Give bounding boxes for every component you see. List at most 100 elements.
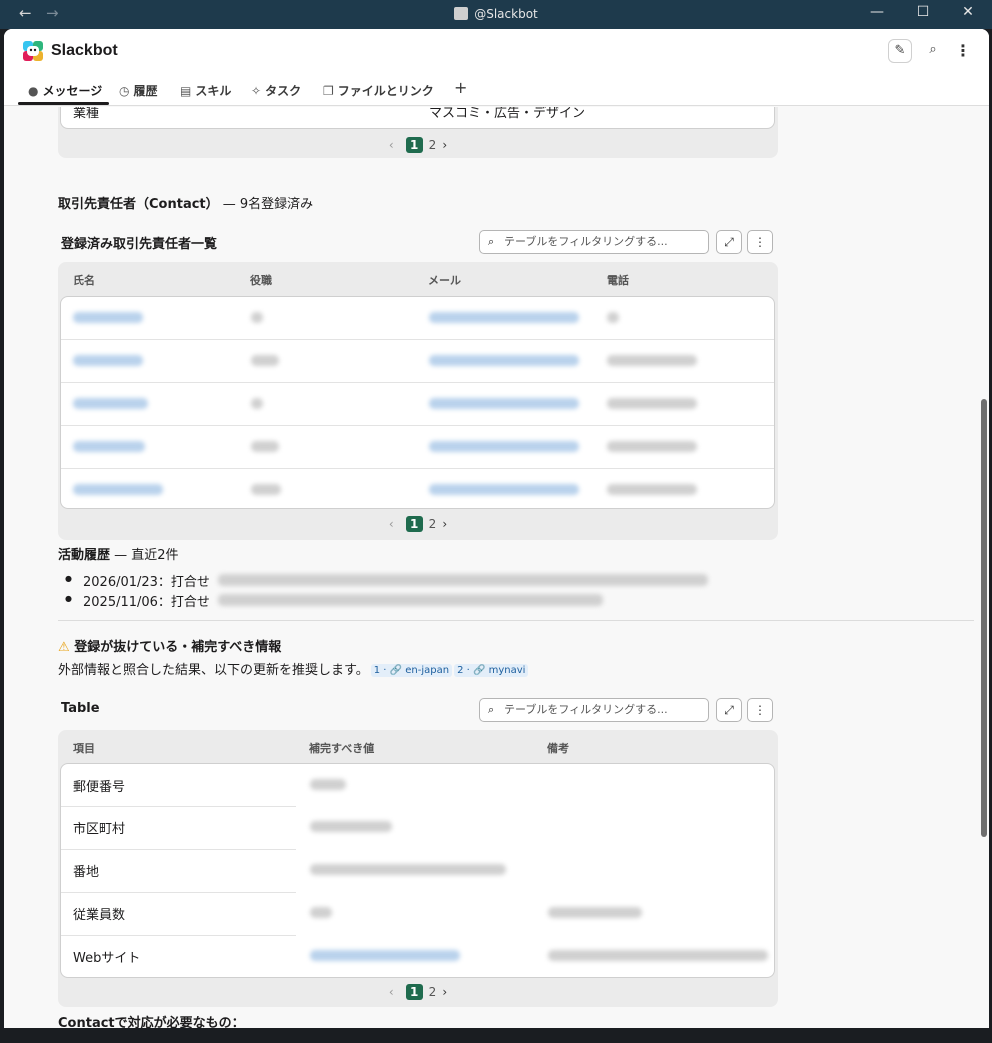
contact-name-redacted[interactable] (73, 484, 163, 495)
section-divider (58, 620, 974, 621)
contact-title-redacted (251, 398, 263, 409)
close-window-button[interactable]: ✕ (953, 4, 983, 24)
industry-label: 業種 (73, 107, 100, 121)
value-redacted (310, 821, 392, 832)
page-current[interactable]: 1 (405, 137, 423, 153)
message-icon: ● (28, 84, 39, 98)
slackbot-logo-icon (22, 40, 44, 62)
supplement-table-menu-button[interactable]: ⋮ (747, 698, 773, 722)
contact-table-menu-button[interactable]: ⋮ (747, 230, 773, 254)
next-page-icon[interactable]: › (442, 138, 447, 152)
contact-filter-input[interactable]: ⌕ テーブルをフィルタリングする... (479, 230, 709, 254)
supplement-table-body: 郵便番号 市区町村 番地 従業員数 Webサイト (60, 763, 775, 978)
prev-page-icon[interactable]: ‹ (389, 985, 394, 999)
tab-messages-label: メッセージ (42, 84, 103, 98)
row-separator (61, 806, 296, 807)
value-redacted (310, 907, 332, 918)
kebab-icon: ⋮ (754, 703, 766, 717)
row-separator (61, 935, 296, 936)
row-separator (61, 849, 296, 850)
contact-email-redacted[interactable] (429, 312, 579, 323)
contact-phone-redacted (607, 484, 697, 495)
contact-email-redacted[interactable] (429, 398, 579, 409)
row-website: Webサイト (73, 951, 141, 966)
citation-en-japan[interactable]: 1 · 🔗 en-japan (370, 664, 453, 677)
company-info-table-body: 業種 マスコミ・広告・デザイン (60, 107, 775, 129)
contact-todo-heading: Contactで対応が必要なもの： (58, 1016, 245, 1028)
contact-filter-placeholder: テーブルをフィルタリングする... (504, 235, 668, 248)
contact-table-body (60, 296, 775, 509)
files-icon: ❐ (323, 84, 334, 98)
compose-button[interactable]: ✎ (888, 39, 912, 63)
window-titlebar: ← → @Slackbot — ☐ ✕ (0, 0, 992, 29)
minimize-button[interactable]: — (862, 4, 892, 24)
contact-email-redacted[interactable] (429, 441, 579, 452)
maximize-button[interactable]: ☐ (908, 4, 938, 24)
channel-header: Slackbot ✎ ⌕ ⋮ ● メッセージ ◷ 履歴 ▤ スキル ✧ タスク ❐ ファイ… (4, 29, 989, 106)
prev-page-icon[interactable]: ‹ (389, 517, 394, 531)
row-separator (61, 339, 774, 340)
page-next[interactable]: 2 (429, 517, 437, 531)
tab-files-links[interactable]: ❐ ファイルとリンク (323, 82, 434, 99)
contact-name-redacted[interactable] (73, 312, 143, 323)
col-note: 備考 (547, 742, 569, 755)
contact-name-redacted[interactable] (73, 398, 148, 409)
col-item: 項目 (73, 742, 95, 755)
tab-messages[interactable]: ● メッセージ (28, 82, 102, 99)
col-value: 補完すべき値 (309, 742, 375, 755)
tab-tasks-label: タスク (265, 84, 302, 98)
row-city: 市区町村 (73, 822, 126, 837)
missing-info-heading: ⚠ 登録が抜けている・補完すべき情報 (58, 636, 281, 655)
content-scrollbar[interactable] (981, 399, 987, 837)
industry-value: マスコミ・広告・デザイン (429, 107, 586, 121)
app-name: Slackbot (51, 42, 118, 59)
more-options-button[interactable]: ⋮ (955, 41, 971, 60)
website-link-redacted[interactable] (310, 950, 460, 961)
message-content[interactable]: 業種 マスコミ・広告・デザイン ‹ 1 2 › 取引先責任者（Contact） — 9… (4, 107, 989, 1028)
kebab-icon: ⋮ (754, 235, 766, 249)
activity-heading-bold: 活動履歴 (58, 548, 111, 563)
skill-icon: ▤ (180, 84, 192, 98)
contact-email-redacted[interactable] (429, 484, 579, 495)
prev-page-icon[interactable]: ‹ (389, 138, 394, 152)
contact-expand-button[interactable]: ⤢ (716, 230, 742, 254)
page-current[interactable]: 1 (405, 516, 423, 532)
company-info-table: 業種 マスコミ・広告・デザイン ‹ 1 2 › (58, 107, 778, 158)
citation-mynavi[interactable]: 2 · 🔗 mynavi (454, 664, 529, 677)
tab-history-label: 履歴 (133, 84, 158, 98)
row-address: 番地 (73, 865, 100, 880)
supplement-expand-button[interactable]: ⤢ (716, 698, 742, 722)
tab-history[interactable]: ◷ 履歴 (119, 82, 158, 99)
contact-phone-redacted (607, 355, 697, 366)
page-next[interactable]: 2 (429, 985, 437, 999)
row-separator (61, 468, 774, 469)
filter-search-icon: ⌕ (488, 703, 495, 716)
window-title-text: @Slackbot (474, 7, 538, 21)
slackbot-small-icon (454, 7, 469, 20)
value-redacted (310, 779, 346, 790)
activity-item: 2026/01/23：打合せ (65, 571, 210, 590)
page-next[interactable]: 2 (429, 138, 437, 152)
compose-icon: ✎ (894, 43, 906, 58)
contact-name-redacted[interactable] (73, 441, 145, 452)
contact-title-redacted (251, 484, 281, 495)
next-page-icon[interactable]: › (442, 985, 447, 999)
filter-search-icon: ⌕ (488, 235, 495, 248)
note-redacted (548, 907, 642, 918)
contact-phone-redacted (607, 312, 619, 323)
row-separator (61, 425, 774, 426)
search-button[interactable]: ⌕ (921, 39, 945, 63)
activity-heading: 活動履歴 — 直近2件 (58, 544, 179, 563)
add-tab-button[interactable]: + (454, 78, 467, 97)
add-tab-icon: + (454, 78, 468, 97)
contact-name-redacted[interactable] (73, 355, 143, 366)
supplement-filter-input[interactable]: ⌕ テーブルをフィルタリングする... (479, 698, 709, 722)
contact-email-redacted[interactable] (429, 355, 579, 366)
tab-skills[interactable]: ▤ スキル (180, 82, 231, 99)
next-page-icon[interactable]: › (442, 517, 447, 531)
supplement-table-title: Table (61, 701, 100, 716)
history-icon: ◷ (119, 84, 130, 98)
tab-tasks[interactable]: ✧ タスク (251, 82, 301, 99)
col-email: メール (428, 274, 461, 287)
page-current[interactable]: 1 (405, 984, 423, 1000)
